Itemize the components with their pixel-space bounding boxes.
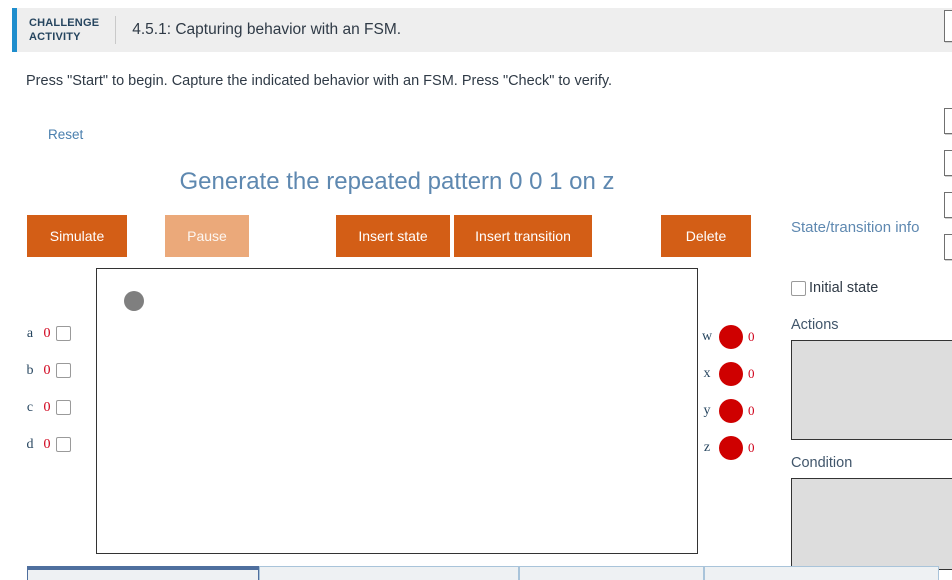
tab-item-2[interactable] [259,566,519,580]
output-value-w: 0 [748,328,755,344]
output-value-y: 0 [748,402,755,418]
input-row-a: a 0 [22,315,82,352]
bottom-tab-bar [27,566,939,580]
input-value-b: 0 [43,362,51,378]
input-checkbox-c[interactable] [56,400,71,415]
input-value-d: 0 [43,436,51,452]
input-row-c: c 0 [22,389,82,426]
output-label-w: w [701,328,713,344]
input-label-a: a [26,325,34,341]
output-led-x [719,361,743,386]
output-row-z: z 0 [700,429,768,466]
fsm-state-node[interactable] [124,291,144,311]
pause-button[interactable]: Pause [165,215,249,257]
input-row-d: d 0 [22,426,82,463]
output-led-y [719,398,743,423]
actions-textarea[interactable] [791,340,952,440]
input-label-d: d [26,436,34,452]
page-title: 4.5.1: Capturing behavior with an FSM. [132,21,402,38]
output-row-x: x 0 [700,355,768,392]
output-label-z: z [703,439,711,455]
edge-field-4[interactable] [944,234,952,260]
state-transition-info-heading: State/transition info [791,219,920,236]
insert-state-button[interactable]: Insert state [336,215,450,257]
output-value-z: 0 [748,439,755,455]
edge-field-2[interactable] [944,150,952,176]
condition-textarea[interactable] [791,478,952,570]
output-row-y: y 0 [700,392,768,429]
challenge-activity-badge: CHALLENGE ACTIVITY [17,8,115,52]
tab-item-3[interactable] [519,566,704,580]
input-signals-column: a 0 b 0 c 0 d 0 [22,315,82,463]
output-label-x: x [703,365,711,381]
delete-button[interactable]: Delete [661,215,751,257]
simulator-title: Generate the repeated pattern 0 0 1 on z [179,168,615,195]
input-label-b: b [26,362,34,378]
edge-field-3[interactable] [944,192,952,218]
initial-state-checkbox[interactable] [791,280,806,296]
badge-line-1: CHALLENGE [29,17,100,29]
badge-line-2: ACTIVITY [29,31,81,43]
input-row-b: b 0 [22,352,82,389]
fsm-canvas[interactable] [96,268,698,554]
input-label-c: c [26,399,34,415]
tab-item-4[interactable] [704,566,939,580]
input-checkbox-b[interactable] [56,363,71,378]
output-led-z [719,435,743,460]
output-value-x: 0 [748,365,755,381]
input-value-a: 0 [43,325,51,341]
instructions-text: Press "Start" to begin. Capture the indi… [26,73,613,89]
input-checkbox-a[interactable] [56,326,71,341]
tab-item-1[interactable] [27,566,259,580]
challenge-activity-header: CHALLENGE ACTIVITY 4.5.1: Capturing beha… [12,8,952,52]
initial-state-row: Initial state [791,280,878,296]
output-led-w [719,324,743,349]
output-row-w: w 0 [700,318,768,355]
output-label-y: y [703,402,711,418]
condition-label: Condition [791,455,853,471]
insert-transition-button[interactable]: Insert transition [454,215,592,257]
reset-link[interactable]: Reset [48,127,83,142]
header-corner-button[interactable] [944,10,952,42]
simulate-button[interactable]: Simulate [27,215,127,257]
actions-label: Actions [791,317,839,333]
output-signals-column: w 0 x 0 y 0 z 0 [700,318,768,466]
input-checkbox-d[interactable] [56,437,71,452]
initial-state-label: Initial state [809,280,879,296]
edge-field-1[interactable] [944,108,952,134]
input-value-c: 0 [43,399,51,415]
